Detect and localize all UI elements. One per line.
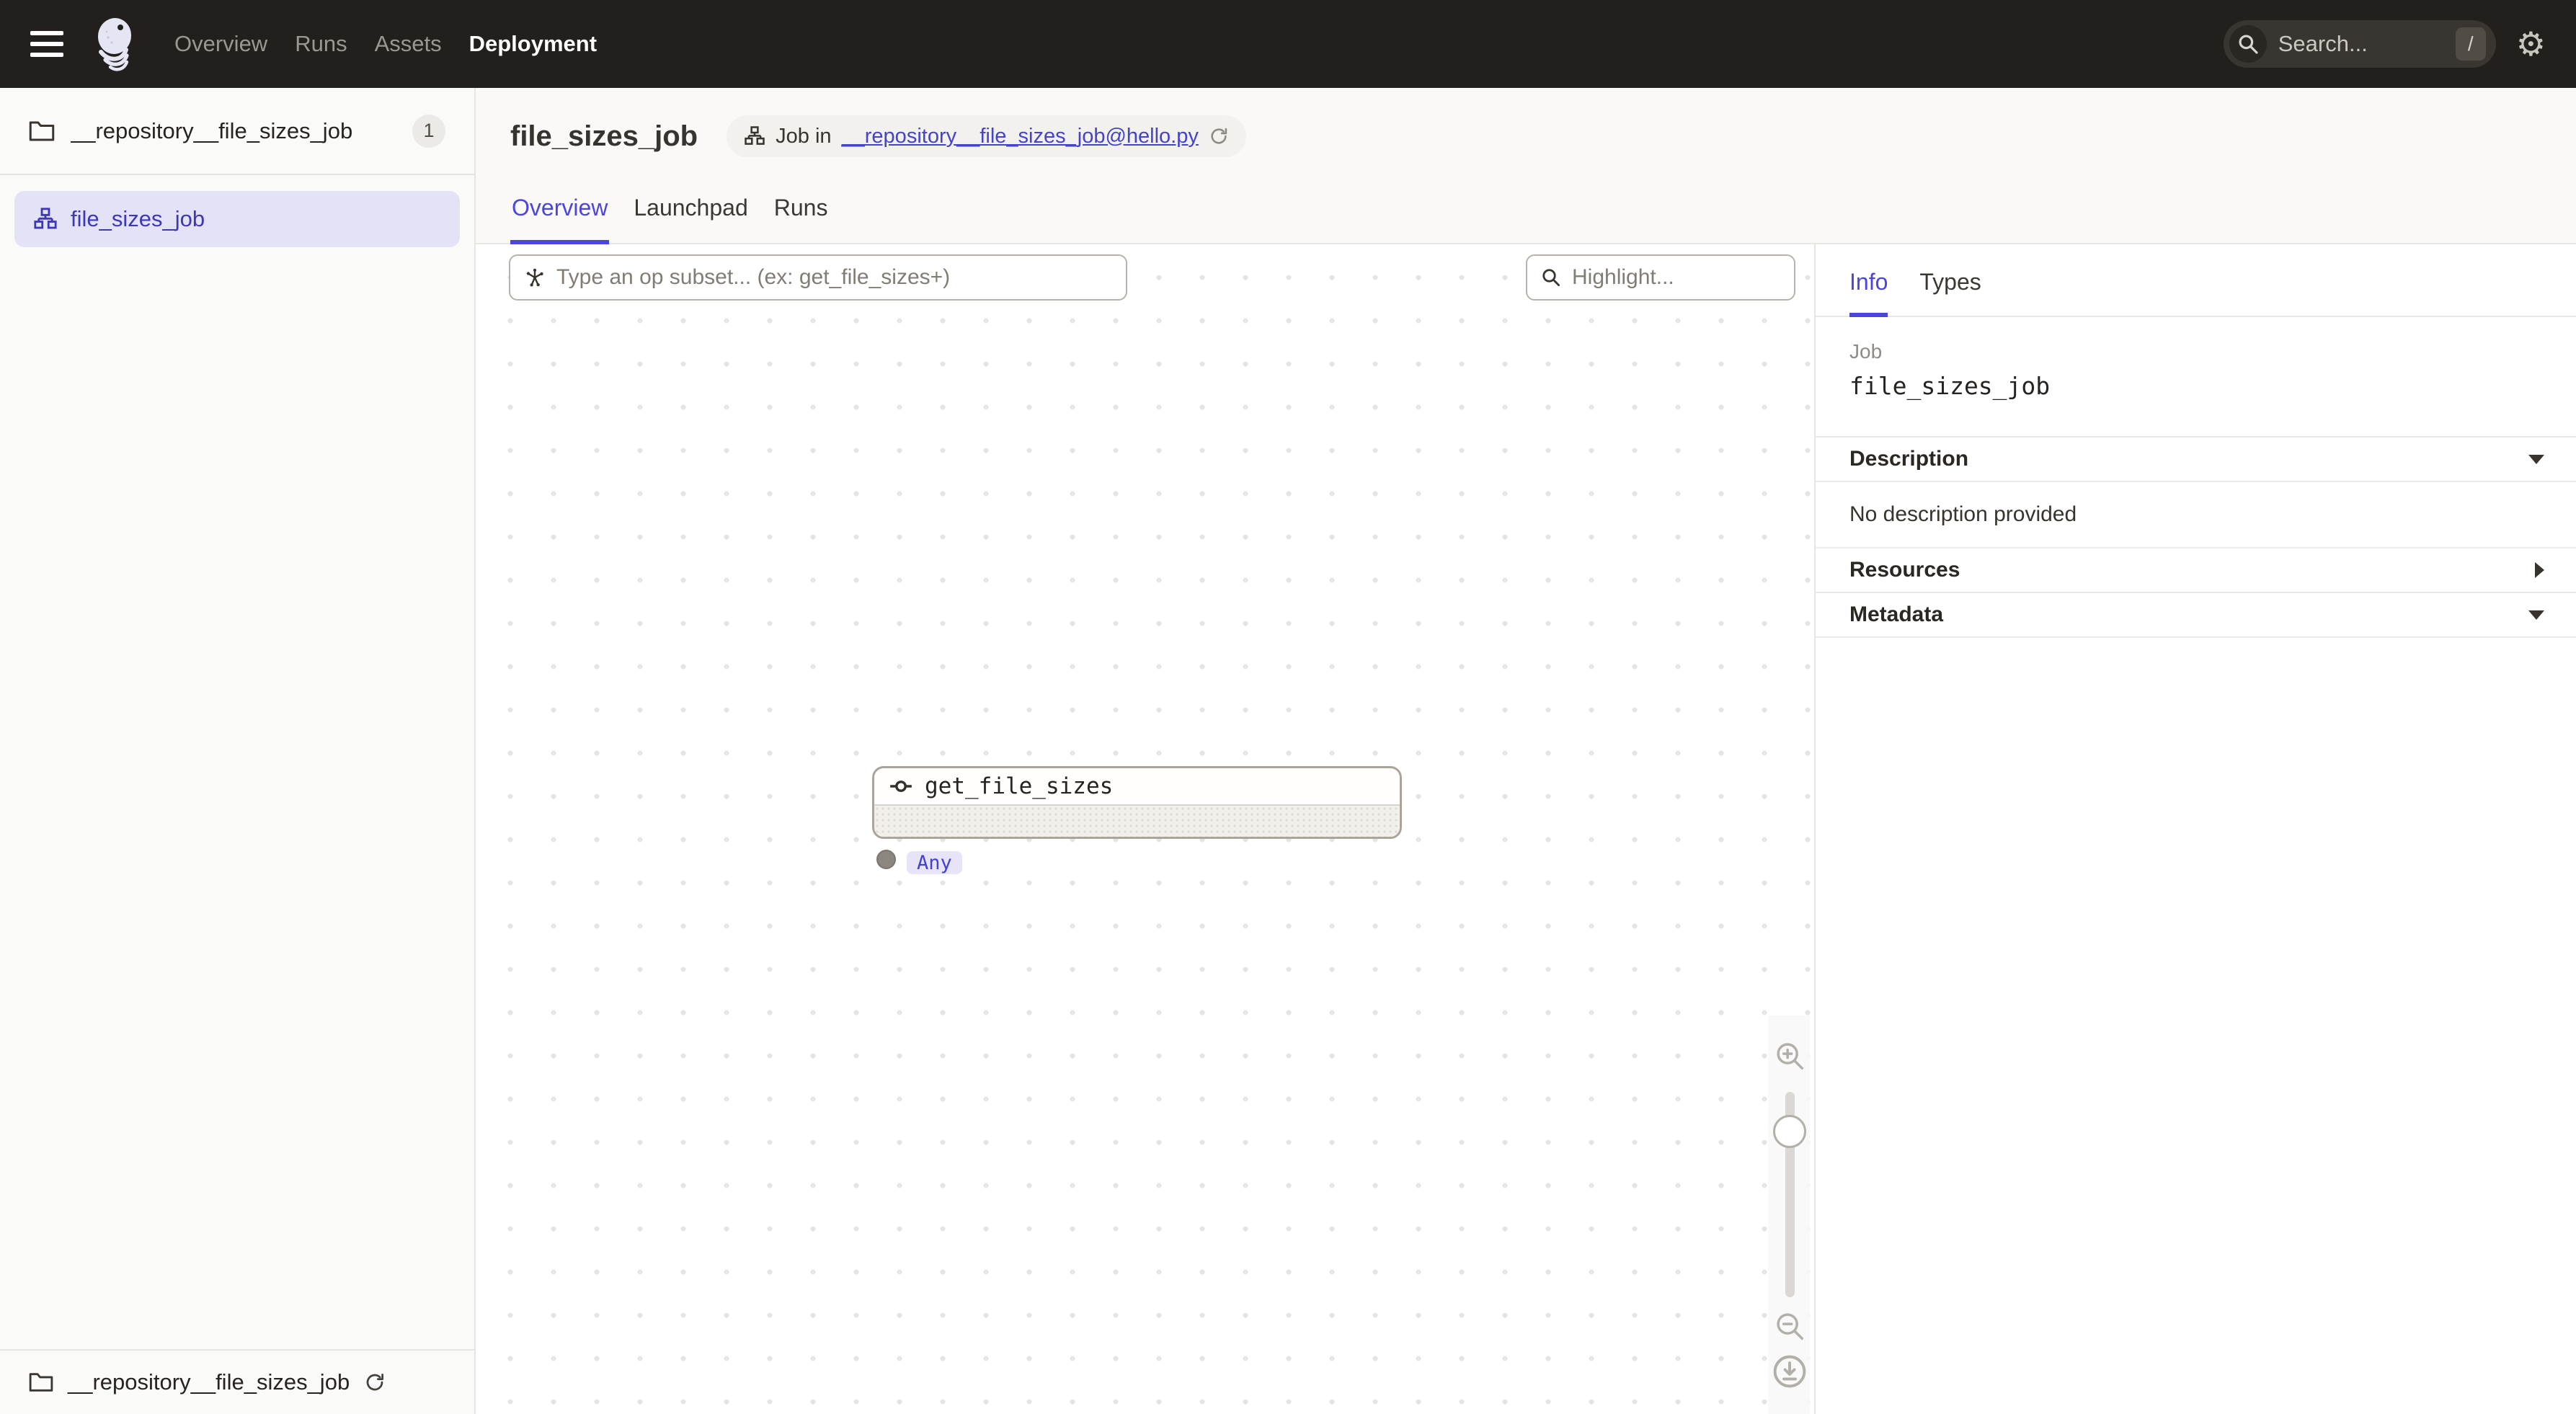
section-description[interactable]: Description — [1816, 436, 2576, 481]
tab-overview[interactable]: Overview — [510, 195, 609, 244]
zoom-in-icon[interactable] — [1773, 1039, 1806, 1072]
info-panel-tabs: Info Types — [1816, 244, 2576, 317]
search-shortcut-key: / — [2456, 27, 2486, 61]
global-search[interactable]: / — [2224, 20, 2496, 68]
tab-runs[interactable]: Runs — [773, 195, 830, 244]
op-subset-filter[interactable] — [509, 254, 1127, 301]
section-divider — [1816, 636, 2576, 638]
op-output-port[interactable] — [876, 850, 896, 869]
zoom-controls — [1766, 1039, 1813, 1390]
folder-icon — [29, 1371, 53, 1393]
page-header: file_sizes_job Job in __repository__file… — [476, 88, 2576, 244]
job-tabs: Overview Launchpad Runs — [510, 195, 829, 244]
job-graph-icon — [744, 125, 765, 147]
tab-info[interactable]: Info — [1849, 269, 1888, 317]
job-kind-label: Job — [1849, 340, 2576, 363]
op-icon — [889, 774, 913, 799]
nav-item-runs[interactable]: Runs — [295, 31, 347, 57]
sidebar-item-file-sizes-job[interactable]: file_sizes_job — [14, 191, 460, 247]
job-summary: Job file_sizes_job — [1816, 317, 2576, 400]
reload-icon[interactable] — [1209, 126, 1229, 146]
job-name: file_sizes_job — [1849, 372, 2576, 400]
zoom-out-icon[interactable] — [1773, 1309, 1806, 1343]
nav-item-overview[interactable]: Overview — [174, 31, 267, 57]
repo-footer: __repository__file_sizes_job — [0, 1349, 474, 1414]
top-navbar: Overview Runs Assets Deployment / ⚙ — [0, 0, 2576, 88]
info-panel: Info Types Job file_sizes_job Descriptio… — [1814, 244, 2576, 1414]
job-origin-link[interactable]: __repository__file_sizes_job@hello.py — [842, 125, 1199, 148]
repo-name: __repository__file_sizes_job — [71, 118, 396, 144]
repo-footer-name: __repository__file_sizes_job — [68, 1369, 350, 1395]
repo-count-badge: 1 — [412, 115, 445, 148]
op-node-get-file-sizes[interactable]: get_file_sizes — [872, 766, 1402, 839]
op-node-name: get_file_sizes — [925, 773, 1113, 799]
job-graph-icon — [33, 207, 58, 231]
search-icon — [1540, 267, 1562, 288]
op-graph-canvas[interactable]: get_file_sizes Any — [476, 244, 1814, 1414]
job-origin-prefix: Job in — [776, 125, 831, 148]
info-sections: Description No description provided Reso… — [1816, 436, 2576, 638]
folder-icon — [29, 120, 55, 143]
job-origin-badge: Job in __repository__file_sizes_job@hell… — [727, 115, 1246, 157]
dagster-logo[interactable] — [89, 14, 141, 74]
sidebar-item-label: file_sizes_job — [71, 206, 205, 232]
download-layout-icon[interactable] — [1771, 1353, 1808, 1390]
description-body: No description provided — [1816, 481, 2576, 547]
chevron-down-icon — [2528, 455, 2544, 464]
chevron-down-icon — [2528, 610, 2544, 620]
repo-selector[interactable]: __repository__file_sizes_job 1 — [0, 88, 474, 175]
search-input[interactable] — [2267, 31, 2456, 57]
tab-types[interactable]: Types — [1919, 269, 1981, 317]
highlight-filter[interactable] — [1526, 254, 1795, 301]
op-subset-input[interactable] — [556, 265, 1113, 290]
tab-launchpad[interactable]: Launchpad — [632, 195, 749, 244]
section-resources[interactable]: Resources — [1816, 547, 2576, 592]
op-selector-icon — [523, 266, 546, 289]
zoom-slider-handle[interactable] — [1773, 1115, 1806, 1148]
reload-repository-icon[interactable] — [364, 1371, 386, 1393]
menu-hamburger-icon[interactable] — [30, 31, 63, 57]
primary-nav: Overview Runs Assets Deployment — [174, 31, 597, 57]
highlight-input[interactable] — [1572, 265, 1781, 290]
chevron-right-icon — [2535, 562, 2544, 578]
op-node-body — [874, 806, 1400, 837]
op-output-type-badge[interactable]: Any — [907, 851, 962, 874]
nav-item-deployment[interactable]: Deployment — [469, 31, 597, 57]
sidebar: __repository__file_sizes_job 1 file_size… — [0, 88, 476, 1414]
search-icon — [2229, 25, 2267, 63]
page-title: file_sizes_job — [510, 120, 698, 153]
nav-item-assets[interactable]: Assets — [375, 31, 442, 57]
settings-gear-icon[interactable]: ⚙ — [2516, 27, 2546, 61]
zoom-slider-track[interactable] — [1785, 1092, 1795, 1297]
section-metadata[interactable]: Metadata — [1816, 592, 2576, 636]
